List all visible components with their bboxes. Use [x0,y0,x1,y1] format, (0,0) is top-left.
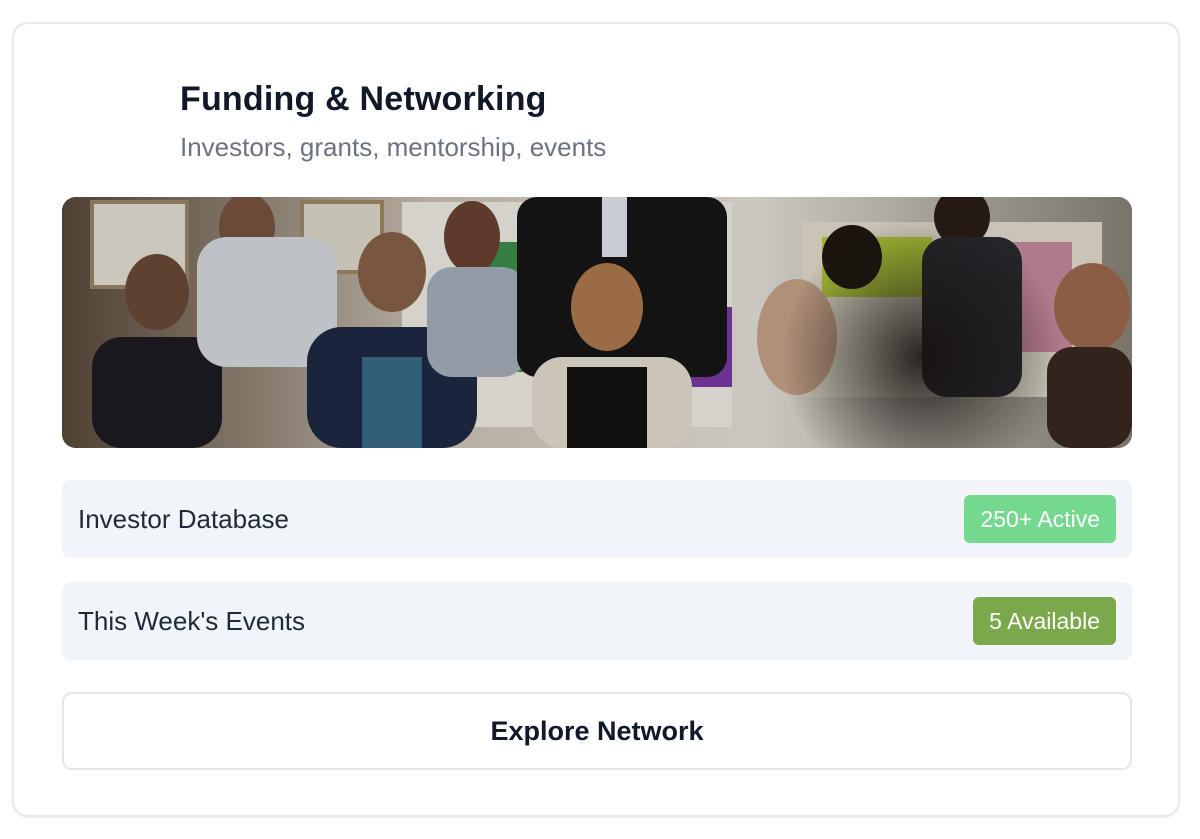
card-title: Funding & Networking [180,80,547,118]
explore-network-button[interactable]: Explore Network [62,692,1132,770]
weekly-events-row[interactable]: This Week's Events 5 Available [62,582,1132,660]
photo-illustration [62,197,1132,448]
investor-database-label: Investor Database [78,504,290,534]
investor-count-badge: 250+ Active [964,495,1116,543]
card-subtitle: Investors, grants, mentorship, events [180,132,607,162]
weekly-events-label: This Week's Events [78,606,306,636]
networking-event-photo [62,197,1132,448]
events-count-badge: 5 Available [973,597,1116,645]
funding-networking-card: Funding & Networking Investors, grants, … [12,22,1180,817]
investor-database-row[interactable]: Investor Database 250+ Active [62,480,1132,558]
